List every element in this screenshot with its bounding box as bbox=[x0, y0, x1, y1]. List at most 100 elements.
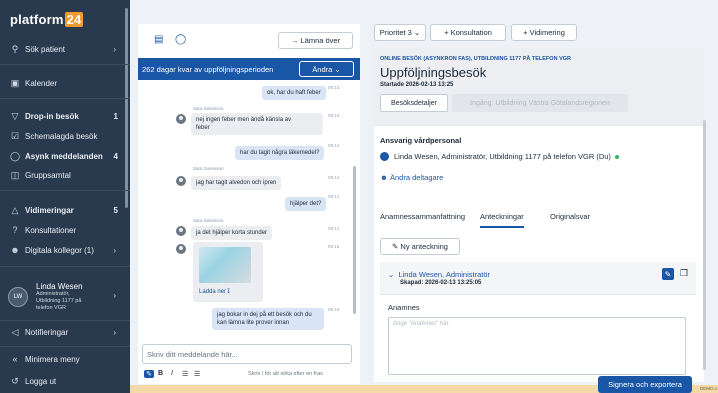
visit-header: ONLINE BESÖK (ASYNKRON FAS), UTBILDNING … bbox=[374, 48, 704, 136]
tab-entry: Ingång: Utbildning Västra Götalandsregio… bbox=[452, 94, 628, 112]
video-camera-icon[interactable]: ▤ bbox=[154, 34, 163, 45]
copy-icon[interactable]: ❐ bbox=[680, 268, 688, 279]
sidebar-item-scheduled[interactable]: ☑ Schemalagda besök bbox=[0, 127, 130, 145]
add-consultation-button[interactable]: + Konsultation bbox=[430, 24, 506, 41]
checkbox-icon: ☑ bbox=[10, 130, 20, 141]
message-time: 09:14 bbox=[328, 175, 340, 180]
image-attachment[interactable]: Ladda ner↧ bbox=[193, 242, 263, 302]
user-info: Linda Wesen Administratör, Utbildning 11… bbox=[36, 282, 83, 311]
visit-scrollbar[interactable] bbox=[703, 120, 706, 370]
sidebar-item-async[interactable]: ◯ Asynk meddelanden 4 bbox=[0, 147, 130, 165]
chevron-right-icon: › bbox=[113, 44, 116, 54]
follow-up-banner: 262 dagar kvar av uppföljningsperioden Ä… bbox=[138, 58, 360, 80]
hand-over-button[interactable]: → Lämna över bbox=[278, 32, 353, 49]
italic-button[interactable]: I bbox=[171, 370, 173, 377]
staff-avatar-icon bbox=[380, 152, 389, 161]
numbered-list-icon[interactable]: ☰ bbox=[194, 370, 200, 378]
sidebar-item-group[interactable]: ◫ Gruppsamtal bbox=[0, 166, 130, 184]
chat-message-outgoing: har du tagit några läkemedel? bbox=[235, 146, 325, 160]
tab-visit-details[interactable]: Besöksdetaljer bbox=[380, 94, 448, 112]
patient-avatar-icon bbox=[176, 176, 186, 186]
chat-message-outgoing: hjälper det? bbox=[285, 197, 327, 211]
chat-message-outgoing: ok, har du haft feber bbox=[262, 86, 326, 100]
message-sender: Sara Svensson bbox=[193, 106, 224, 111]
sidebar-item-colleagues[interactable]: ☻ Digitala kollegor (1) › bbox=[0, 241, 130, 259]
logout-icon: ↺ bbox=[11, 375, 19, 386]
visit-title: Uppföljningsbesök bbox=[380, 65, 487, 80]
chat-scrollbar[interactable] bbox=[353, 166, 356, 314]
divider bbox=[0, 98, 130, 99]
tab-original-answers[interactable]: Originalsvar bbox=[550, 212, 590, 221]
shortcut-hint: Skriv / för att söka efter en fras bbox=[248, 371, 323, 377]
priority-select[interactable]: Prioritet 3 ⌄ bbox=[374, 24, 426, 41]
logout-button[interactable]: ↺ Logga ut bbox=[0, 372, 130, 390]
online-status-icon bbox=[614, 154, 619, 159]
message-input[interactable]: Skriv ditt meddelande här... bbox=[142, 344, 352, 364]
sidebar-item-consultations[interactable]: ? Konsultationer bbox=[0, 221, 130, 239]
message-time: 09:14 bbox=[328, 226, 340, 231]
emoji-icon[interactable]: ✎ bbox=[144, 370, 154, 378]
chat-message-outgoing: jag bokar in dej på ett besök och du kan… bbox=[212, 308, 324, 330]
attachment-thumbnail bbox=[199, 247, 251, 283]
bold-button[interactable]: B bbox=[158, 370, 163, 377]
divider bbox=[0, 346, 130, 347]
patient-avatar-icon bbox=[176, 114, 186, 124]
anamnes-field: Anamnes Ange "Anamnes" här bbox=[380, 294, 696, 382]
bullet-list-icon[interactable]: ☰ bbox=[182, 370, 188, 378]
change-participants-link[interactable]: ☻ Ändra deltagare bbox=[380, 173, 443, 182]
pencil-icon: ✎ bbox=[664, 269, 672, 279]
tab-anamnes-summary[interactable]: Anamnessammanfattning bbox=[380, 212, 465, 221]
note-item: ⌄ Linda Wesen, Administratör Skapad: 202… bbox=[380, 262, 696, 382]
funnel-icon: ▽ bbox=[11, 110, 19, 121]
chevron-down-icon: ⌄ bbox=[388, 270, 399, 279]
note-created: Skapad: 2026-02-13 13:25:05 bbox=[400, 280, 482, 286]
download-link[interactable]: Ladda ner↧ bbox=[199, 288, 231, 295]
chat-message-incoming: nej ingen feber men ändå känsla av feber bbox=[191, 113, 323, 135]
edit-note-button[interactable]: ✎ bbox=[662, 268, 674, 280]
sidebar-item-calendar[interactable]: ▣ Kalender bbox=[0, 74, 130, 92]
responsible-staff-card: Ansvarig vårdpersonal Linda Wesen, Admin… bbox=[374, 126, 704, 202]
message-sender: Sara Svensson bbox=[193, 166, 224, 171]
edit-icon: ✎ bbox=[392, 242, 401, 251]
new-note-button[interactable]: ✎ Ny anteckning bbox=[380, 238, 460, 255]
chat-icon[interactable]: ◯ bbox=[175, 34, 186, 45]
double-chevron-left-icon: « bbox=[12, 354, 18, 364]
patient-avatar-icon bbox=[176, 244, 186, 254]
bell-icon: △ bbox=[11, 204, 19, 215]
chat-bubble-icon: ◯ bbox=[9, 150, 21, 161]
change-period-button[interactable]: Ändra ⌄ bbox=[299, 61, 354, 77]
chevron-right-icon: › bbox=[113, 291, 116, 300]
sidebar: platform 24 ⚲ Sök patient › ▣ Kalender ▽ … bbox=[0, 0, 130, 393]
chat-toolbar: ▤ ◯ → Lämna över bbox=[138, 24, 360, 54]
minimize-menu-button[interactable]: « Minimera meny bbox=[0, 350, 130, 368]
staff-member: Linda Wesen, Administratör, Utbildning 1… bbox=[380, 152, 619, 161]
field-label: Anamnes bbox=[388, 303, 420, 312]
sign-export-button[interactable]: Signera och exportera bbox=[598, 376, 692, 393]
message-time: 09:14 bbox=[328, 143, 340, 148]
divider bbox=[0, 190, 130, 191]
staff-heading: Ansvarig vårdpersonal bbox=[380, 136, 462, 145]
note-author[interactable]: ⌄ Linda Wesen, Administratör bbox=[388, 270, 490, 279]
sidebar-item-search[interactable]: ⚲ Sök patient › bbox=[0, 40, 130, 58]
calendar-icon: ▣ bbox=[10, 77, 20, 88]
sidebar-item-vidimeringar[interactable]: △ Vidimeringar 5 bbox=[0, 201, 130, 219]
add-vidimering-button[interactable]: + Vidimering bbox=[511, 24, 577, 41]
arrow-right-icon: → bbox=[290, 36, 301, 45]
message-time: 09:16 bbox=[328, 307, 340, 312]
sidebar-item-notifications[interactable]: ◁ Notifieringar › bbox=[0, 323, 130, 341]
tab-notes[interactable]: Anteckningar bbox=[480, 212, 524, 228]
chat-panel: ▤ ◯ → Lämna över 262 dagar kvar av uppfö… bbox=[138, 24, 360, 384]
message-sender: Sara Svensson bbox=[193, 218, 224, 223]
chat-message-incoming: jag har tagit alvedon och ipren bbox=[191, 176, 282, 190]
group-chat-icon: ◫ bbox=[10, 169, 20, 180]
chevron-down-icon: ⌄ bbox=[413, 28, 421, 37]
anamnes-input[interactable]: Ange "Anamnes" här bbox=[388, 317, 686, 375]
message-time: 09:13 bbox=[328, 85, 340, 90]
divider bbox=[0, 64, 130, 65]
user-profile[interactable]: LW Linda Wesen Administratör, Utbildning… bbox=[6, 278, 124, 316]
search-icon: ⚲ bbox=[11, 43, 19, 54]
brand-logo[interactable]: platform 24 bbox=[10, 12, 84, 27]
chevron-down-icon: ⌄ bbox=[334, 64, 341, 74]
message-time: 09:14 bbox=[328, 194, 340, 199]
sidebar-item-dropin[interactable]: ▽ Drop-in besök 1 bbox=[0, 107, 130, 125]
